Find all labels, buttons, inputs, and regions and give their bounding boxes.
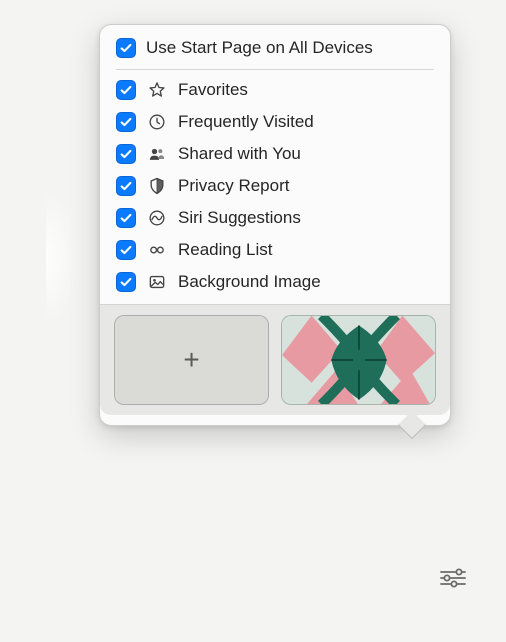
label-background-image: Background Image — [178, 272, 321, 292]
label-use-all-devices: Use Start Page on All Devices — [146, 38, 373, 58]
checkbox-reading-list[interactable] — [116, 240, 136, 260]
option-privacy-report[interactable]: Privacy Report — [100, 170, 450, 202]
checkbox-shared-with-you[interactable] — [116, 144, 136, 164]
checkbox-favorites[interactable] — [116, 80, 136, 100]
checkbox-privacy-report[interactable] — [116, 176, 136, 196]
check-icon — [119, 211, 133, 225]
option-shared-with-you[interactable]: Shared with You — [100, 138, 450, 170]
check-icon — [119, 179, 133, 193]
option-frequently-visited[interactable]: Frequently Visited — [100, 106, 450, 138]
check-icon — [119, 41, 133, 55]
check-icon — [119, 83, 133, 97]
people-icon — [146, 143, 168, 165]
label-reading-list: Reading List — [178, 240, 273, 260]
clock-icon — [146, 111, 168, 133]
popover-arrow — [398, 411, 426, 439]
plus-icon: + — [183, 344, 199, 376]
siri-icon — [146, 207, 168, 229]
shield-icon — [146, 175, 168, 197]
background-tile-butterfly[interactable] — [281, 315, 436, 405]
option-reading-list[interactable]: Reading List — [100, 234, 450, 266]
check-icon — [119, 147, 133, 161]
divider — [116, 69, 434, 70]
label-siri-suggestions: Siri Suggestions — [178, 208, 301, 228]
sliders-icon — [439, 568, 467, 588]
customize-start-page-button[interactable] — [435, 560, 471, 596]
label-favorites: Favorites — [178, 80, 248, 100]
option-favorites[interactable]: Favorites — [100, 74, 450, 106]
checkbox-use-all-devices[interactable] — [116, 38, 136, 58]
option-background-image[interactable]: Background Image — [100, 266, 450, 298]
checkbox-siri-suggestions[interactable] — [116, 208, 136, 228]
label-shared-with-you: Shared with You — [178, 144, 301, 164]
add-background-tile[interactable]: + — [114, 315, 269, 405]
glasses-icon — [146, 239, 168, 261]
check-icon — [119, 275, 133, 289]
background-thumbnails: + — [100, 304, 450, 415]
checkbox-background-image[interactable] — [116, 272, 136, 292]
window-bevel — [46, 188, 78, 328]
check-icon — [119, 243, 133, 257]
start-page-customize-popover: Use Start Page on All Devices Favorites … — [99, 24, 451, 426]
check-icon — [119, 115, 133, 129]
butterfly-thumbnail — [282, 316, 435, 404]
option-siri-suggestions[interactable]: Siri Suggestions — [100, 202, 450, 234]
star-icon — [146, 79, 168, 101]
label-frequently-visited: Frequently Visited — [178, 112, 314, 132]
checkbox-frequently-visited[interactable] — [116, 112, 136, 132]
option-use-all-devices[interactable]: Use Start Page on All Devices — [100, 33, 450, 63]
image-icon — [146, 271, 168, 293]
label-privacy-report: Privacy Report — [178, 176, 289, 196]
